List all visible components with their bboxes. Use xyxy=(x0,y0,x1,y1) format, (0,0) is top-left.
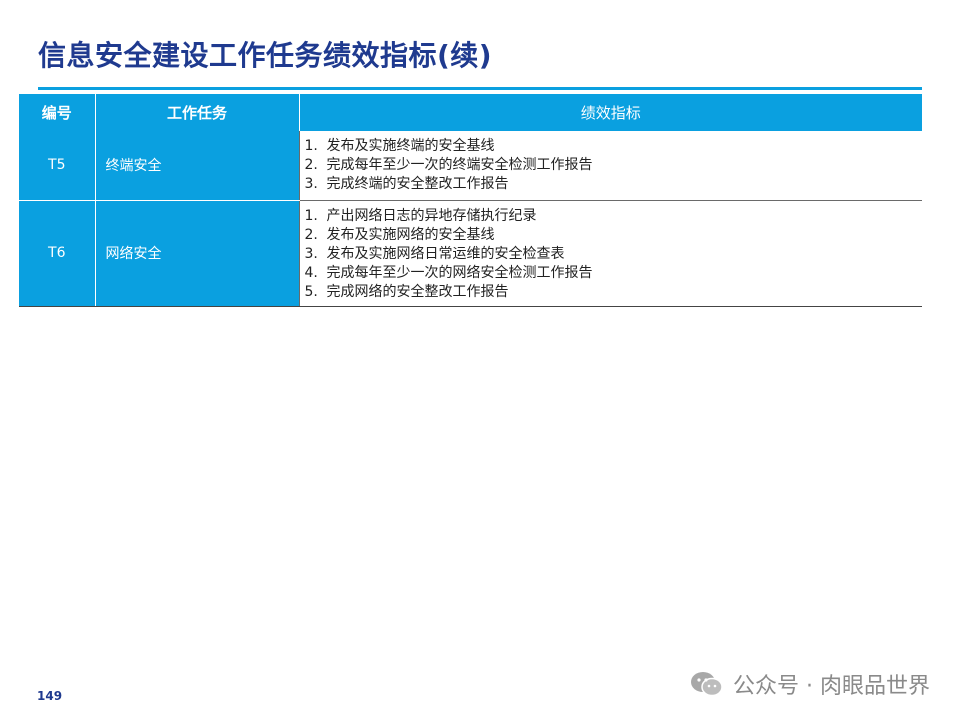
page-title: 信息安全建设工作任务绩效指标(续) xyxy=(38,39,493,72)
kpi-text: 发布及实施网络的安全基线 xyxy=(326,226,495,243)
kpi-list: 1. 产出网络日志的异地存储执行纪录 2. 发布及实施网络的安全基线 3. 发布及实施… xyxy=(305,207,923,302)
kpi-text: 发布及实施终端的安全基线 xyxy=(326,138,495,154)
table-row: T5 终端安全 1. 发布及实施终端的安全基线 2. 完成每年至少一次的终端安全检测… xyxy=(19,131,923,201)
title-divider xyxy=(38,87,922,90)
row-task: 网络安全 xyxy=(94,200,299,307)
kpi-number: 4. xyxy=(304,264,318,281)
kpi-text: 完成网络的安全整改工作报告 xyxy=(326,283,509,300)
kpi-text: 完成每年至少一次的终端安全检测工作报告 xyxy=(326,157,593,173)
kpi-table: 编号 工作任务 绩效指标 T5 终端安全 1. 发布及实施终端的安全基线 2. 完成… xyxy=(19,94,922,307)
kpi-item: 3. 发布及实施网络日常运维的安全检查表 xyxy=(305,245,923,264)
row-id: T6 xyxy=(19,200,95,307)
kpi-item: 2. 完成每年至少一次的终端安全检测工作报告 xyxy=(305,156,923,175)
kpi-number: 2. xyxy=(304,226,318,243)
kpi-item: 2. 发布及实施网络的安全基线 xyxy=(305,226,923,245)
kpi-text: 完成每年至少一次的网络安全检测工作报告 xyxy=(326,264,593,281)
kpi-item: 1. 发布及实施终端的安全基线 xyxy=(305,137,923,156)
kpi-text: 产出网络日志的异地存储执行纪录 xyxy=(326,207,537,224)
kpi-list: 1. 发布及实施终端的安全基线 2. 完成每年至少一次的终端安全检测工作报告 3. 完… xyxy=(305,137,923,194)
kpi-number: 3. xyxy=(304,176,318,192)
kpi-text: 完成终端的安全整改工作报告 xyxy=(326,176,509,192)
kpi-number: 1. xyxy=(304,138,318,154)
kpi-item: 5. 完成网络的安全整改工作报告 xyxy=(305,283,923,302)
kpi-number: 1. xyxy=(304,207,318,224)
kpi-text: 发布及实施网络日常运维的安全检查表 xyxy=(326,245,565,262)
kpi-number: 5. xyxy=(304,283,318,300)
kpi-item: 1. 产出网络日志的异地存储执行纪录 xyxy=(305,207,923,226)
kpi-item: 4. 完成每年至少一次的网络安全检测工作报告 xyxy=(305,264,923,283)
kpi-number: 3. xyxy=(304,245,318,262)
table-header-row: 编号 工作任务 绩效指标 xyxy=(19,94,922,131)
header-task: 工作任务 xyxy=(95,94,300,131)
wechat-icon xyxy=(691,672,723,697)
page-number: 149 xyxy=(37,689,63,703)
row-kpis: 1. 产出网络日志的异地存储执行纪录 2. 发布及实施网络的安全基线 3. 发布及实施… xyxy=(298,200,923,307)
kpi-item: 3. 完成终端的安全整改工作报告 xyxy=(305,175,923,194)
row-id: T5 xyxy=(19,131,95,201)
row-task: 终端安全 xyxy=(94,131,299,201)
kpi-number: 2. xyxy=(304,157,318,173)
header-kpi: 绩效指标 xyxy=(299,94,922,131)
watermark-text: 公众号 · 肉眼品世界 xyxy=(733,674,930,699)
watermark: 公众号 · 肉眼品世界 xyxy=(689,668,930,700)
table-row: T6 网络安全 1. 产出网络日志的异地存储执行纪录 2. 发布及实施网络的安全基线… xyxy=(19,200,923,307)
row-kpis: 1. 发布及实施终端的安全基线 2. 完成每年至少一次的终端安全检测工作报告 3. 完… xyxy=(298,131,923,201)
header-id: 编号 xyxy=(19,94,96,131)
